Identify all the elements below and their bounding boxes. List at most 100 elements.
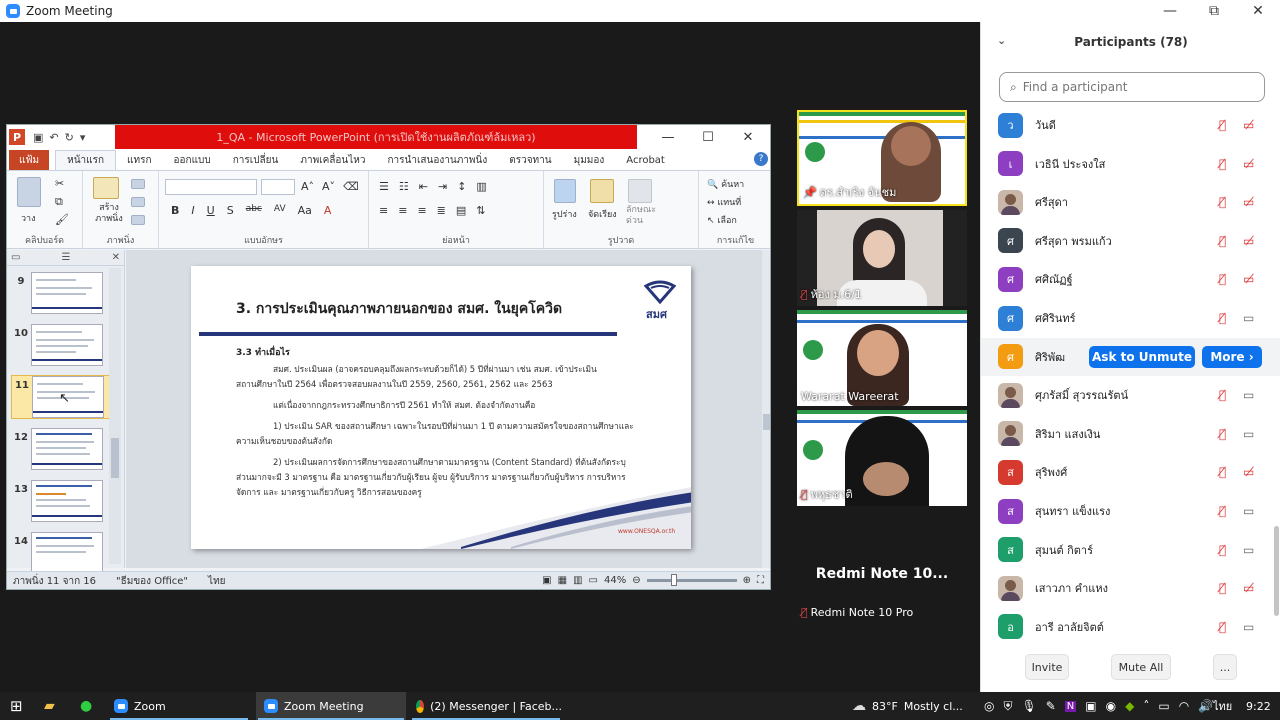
grow-font-icon[interactable]: A˄ [301,180,314,193]
participant-row[interactable]: เสาวภา คำแหง 🎙̸ ▭̸ [981,569,1280,607]
battery-icon[interactable]: ▭ [1158,699,1169,713]
font-name-combo[interactable] [165,179,257,195]
taskbar-zoom-meeting[interactable]: Zoom Meeting [256,692,406,720]
participant-row[interactable]: ส สุมนต์ กิตาร์ 🎙̸ ▭ [981,531,1280,569]
increase-indent-icon[interactable]: ⇥ [438,180,447,193]
taskbar-zoom[interactable]: Zoom [108,692,250,720]
weather-temp[interactable]: 83°F [872,700,898,713]
participant-search[interactable]: ⌕ [999,72,1265,102]
spacing-icon[interactable]: AV [274,204,286,217]
input-language[interactable]: ไทย [1213,692,1232,720]
pen-icon[interactable]: ✎ [1046,699,1056,713]
tab-animations[interactable]: ภาพเคลื่อนไหว [289,150,376,170]
find-button[interactable]: 🔍 ค้นหา [707,177,744,191]
thumbnails-scrollbar[interactable] [109,268,121,564]
ppt-minimize-button[interactable]: — [648,125,688,149]
shadow-icon[interactable]: S [227,204,234,217]
slide-scrollbar[interactable] [762,250,770,568]
participants-scrollbar[interactable] [1274,106,1279,646]
fit-window-icon[interactable]: ⛶ [757,575,764,586]
tray-app-icon[interactable]: ◎ [984,699,994,713]
font-color-icon[interactable]: A [324,204,332,217]
shield-icon[interactable]: ⛨ [1003,699,1012,714]
arrange-icon[interactable] [590,179,614,203]
distributed-icon[interactable]: ▤ [456,204,466,217]
underline-icon[interactable]: U [207,204,215,217]
chevron-up-icon[interactable]: ˄ [1143,699,1149,713]
ppt-close-button[interactable]: ✕ [728,125,768,149]
ppt-maximize-button[interactable]: ☐ [688,125,728,149]
columns-icon[interactable]: ▥ [476,180,486,193]
decrease-indent-icon[interactable]: ⇤ [419,180,428,193]
align-center-icon[interactable]: ≡ [398,204,407,217]
slide-thumbnail-selected[interactable]: 11 ↖ [11,375,111,419]
shapes-icon[interactable] [554,179,576,203]
video-tile-active-speaker[interactable]: 📌 ดร.สำเริง จันชม [797,110,967,206]
participant-row[interactable]: ศุภรัสมิ์ สุวรรณรัตน์ 🎙̸ ▭ [981,376,1280,414]
bullets-icon[interactable]: ☰ [379,180,389,193]
help-icon[interactable]: ? [754,152,768,166]
slides-tab-icon[interactable]: ▭ [11,252,20,263]
participant-row[interactable]: ศ ศิริพัฒ Ask to Unmute More › [981,337,1280,376]
windows-start-icon[interactable]: ⊞ [10,692,23,720]
slideshow-view-icon[interactable]: ▭ [589,575,598,586]
slide-thumbnail[interactable]: 12 [11,428,111,472]
app-tray-icon[interactable]: ▣ [1085,699,1096,713]
participant-row[interactable]: ศ ศรีสุดา พรมแก้ว 🎙̸ ▭̸ [981,222,1280,260]
video-tile-no-video[interactable]: Redmi Note 10... 🎙̸ Redmi Note 10 Pro [797,526,967,622]
weather-icon[interactable]: ☁ [852,698,866,714]
participant-row[interactable]: สิริมา แสงเงิน 🎙̸ ▭ [981,415,1280,453]
participant-row[interactable]: ส สุริพงศ์ 🎙̸ ▭̸ [981,453,1280,491]
reset-icon[interactable] [131,197,145,207]
tab-file[interactable]: แฟ้ม [9,150,50,170]
minimize-button[interactable]: — [1148,0,1192,22]
close-button[interactable]: ✕ [1236,0,1280,22]
bold-icon[interactable]: B [171,204,179,217]
numbering-icon[interactable]: ☷ [399,180,409,193]
zoom-slider[interactable] [646,574,737,586]
zoom-tray-icon[interactable]: ◉ [1106,699,1116,713]
tab-insert[interactable]: แทรก [116,150,162,170]
tab-design[interactable]: ออกแบบ [163,150,222,170]
new-slide-icon[interactable] [93,177,119,199]
italic-icon[interactable]: I [191,204,194,217]
line-spacing-icon[interactable]: ↕ [457,180,466,193]
clear-format-icon[interactable]: ⌫ [343,180,359,193]
more-options-button[interactable]: ... [1213,654,1237,680]
strikethrough-icon[interactable]: abc [246,204,262,217]
undo-icon[interactable]: ↶ [49,131,58,144]
normal-view-icon[interactable]: ▣ [542,575,551,586]
align-left-icon[interactable]: ≡ [379,204,388,217]
paste-icon[interactable] [17,177,41,207]
tab-home[interactable]: หน้าแรก [55,150,117,170]
text-direction-icon[interactable]: ⇅ [476,204,485,217]
slide-thumbnail[interactable]: 9 [11,272,111,316]
sorter-view-icon[interactable]: ▦ [558,575,567,586]
tab-slideshow[interactable]: การนำเสนองานภาพนิ่ง [377,150,499,170]
slide-thumbnail[interactable]: 13 [11,480,111,524]
mute-all-button[interactable]: Mute All [1111,654,1171,680]
tab-acrobat[interactable]: Acrobat [615,150,676,170]
current-slide[interactable]: สมศ 3. การประเมินคุณภาพภายนอกของ สมศ. ใน… [191,266,691,549]
tab-view[interactable]: มุมมอง [563,150,616,170]
nvidia-icon[interactable]: ◆ [1125,699,1134,713]
align-right-icon[interactable]: ≡ [417,204,426,217]
line-app-icon[interactable]: ● [80,692,92,720]
restore-button[interactable]: ⧉ [1192,0,1236,22]
microphone-icon[interactable]: 🎙 [1022,699,1037,713]
search-input[interactable] [1022,80,1253,94]
participant-row[interactable]: ว วันดี 🎙̸ ▭̸ [981,106,1280,144]
ask-to-unmute-button[interactable]: Ask to Unmute [1089,345,1195,368]
zoom-level[interactable]: 44% [604,575,626,586]
taskbar-messenger[interactable]: (2) Messenger | Faceb... [410,692,562,720]
close-pane-icon[interactable]: ✕ [112,252,120,263]
clock[interactable]: 9:22 [1246,692,1271,720]
customize-toolbar-icon[interactable]: ▾ [80,131,86,144]
save-icon[interactable]: ▣ [33,131,43,144]
more-button[interactable]: More › [1202,345,1262,368]
tab-review[interactable]: ตรวจทาน [498,150,562,170]
section-icon[interactable] [131,215,145,225]
zoom-in-icon[interactable]: ⊕ [743,575,751,586]
slide-thumbnail[interactable]: 14 [11,532,111,576]
tab-transitions[interactable]: การเปลี่ยน [222,150,290,170]
